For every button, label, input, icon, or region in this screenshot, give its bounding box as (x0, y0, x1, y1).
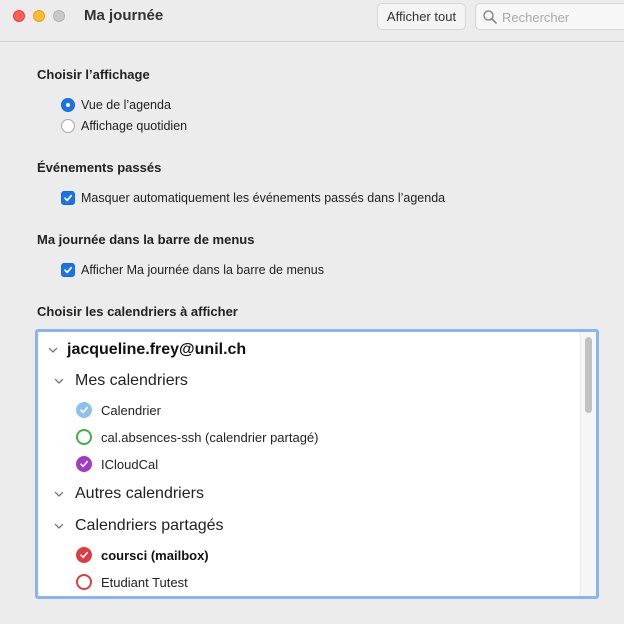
display-section-title: Choisir l’affichage (37, 67, 150, 82)
show-all-button[interactable]: Afficher tout (377, 3, 466, 30)
group-row-shared[interactable]: Calendriers partagés (53, 517, 224, 535)
group-row-mine[interactable]: Mes calendriers (53, 372, 188, 390)
hide-past-events-label: Masquer automatiquement les événements p… (81, 191, 446, 205)
group-label-other: Autres calendriers (75, 485, 204, 502)
chevron-down-icon[interactable] (47, 344, 59, 356)
daily-view-radio[interactable]: Affichage quotidien (61, 118, 187, 134)
calendar-item[interactable]: ICloudCal (76, 456, 158, 472)
search-icon (483, 10, 497, 24)
checkbox-checked-icon[interactable] (61, 191, 75, 205)
daily-view-label: Affichage quotidien (81, 119, 188, 133)
chevron-down-icon[interactable] (53, 488, 65, 500)
radio-selected-icon[interactable] (61, 98, 75, 112)
menubar-section-title: Ma journée dans la barre de menus (37, 232, 255, 247)
checkbox-checked-icon[interactable] (61, 263, 75, 277)
calendar-label: cal.absences-ssh (calendrier partagé) (101, 429, 319, 445)
radio-unselected-icon[interactable] (61, 119, 75, 133)
calendar-checked-icon[interactable] (76, 547, 92, 563)
calendar-item[interactable]: Calendrier (76, 402, 161, 418)
agenda-view-radio[interactable]: Vue de l’agenda (61, 97, 171, 113)
calendar-label: coursci (mailbox) (101, 547, 209, 563)
calendar-item[interactable]: Etudiant Tutest (76, 574, 188, 590)
past-events-section-title: Événements passés (37, 160, 162, 175)
hide-past-events-checkbox[interactable]: Masquer automatiquement les événements p… (61, 190, 445, 206)
group-label-mine: Mes calendriers (75, 372, 188, 389)
agenda-view-label: Vue de l’agenda (81, 98, 171, 112)
search-placeholder: Rechercher (502, 10, 570, 25)
calendar-label: Calendrier (101, 402, 161, 418)
show-in-menubar-checkbox[interactable]: Afficher Ma journée dans la barre de men… (61, 262, 324, 278)
calendar-list[interactable]: jacqueline.frey@unil.ch Mes calendriers … (35, 329, 599, 599)
account-label: jacqueline.frey@unil.ch (67, 341, 247, 358)
group-row-other[interactable]: Autres calendriers (53, 485, 204, 503)
minimize-window-button[interactable] (33, 10, 45, 22)
calendar-checked-icon[interactable] (76, 402, 92, 418)
calendar-label: Etudiant Tutest (101, 574, 188, 590)
zoom-window-button[interactable] (53, 10, 65, 22)
account-row[interactable]: jacqueline.frey@unil.ch (47, 341, 246, 359)
calendar-unchecked-icon[interactable] (76, 574, 92, 590)
window-title: Ma journée (84, 7, 164, 24)
chevron-down-icon[interactable] (53, 520, 65, 532)
calendars-section-title: Choisir les calendriers à afficher (37, 304, 238, 319)
scrollbar[interactable] (580, 332, 596, 596)
chevron-down-icon[interactable] (53, 375, 65, 387)
calendar-label: ICloudCal (101, 456, 159, 472)
close-window-button[interactable] (13, 10, 25, 22)
calendar-unchecked-icon[interactable] (76, 429, 92, 445)
calendar-checked-icon[interactable] (76, 456, 92, 472)
calendar-item[interactable]: cal.absences-ssh (calendrier partagé) (76, 429, 319, 445)
scrollbar-thumb[interactable] (585, 337, 592, 413)
calendar-item[interactable]: coursci (mailbox) (76, 547, 209, 563)
search-input[interactable]: Rechercher (475, 3, 624, 30)
show-in-menubar-label: Afficher Ma journée dans la barre de men… (81, 263, 324, 277)
group-label-shared: Calendriers partagés (75, 517, 224, 534)
title-bar: Ma journée Afficher tout Rechercher (0, 0, 624, 42)
